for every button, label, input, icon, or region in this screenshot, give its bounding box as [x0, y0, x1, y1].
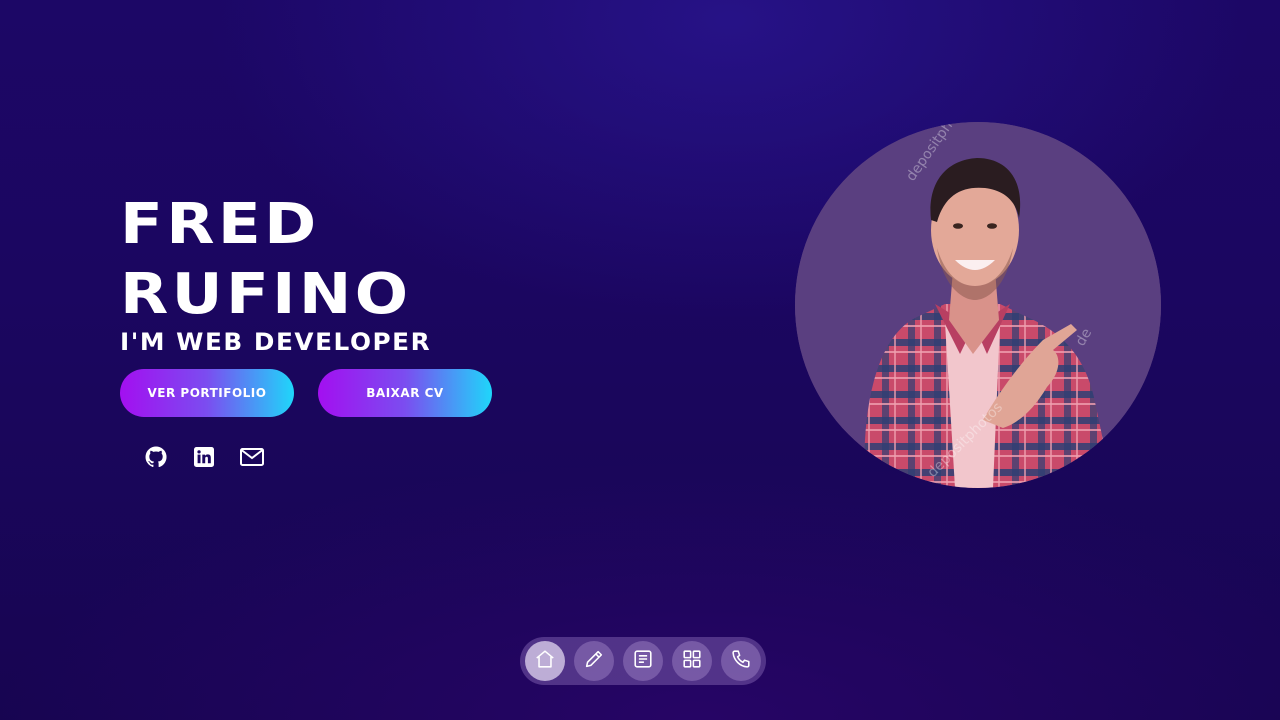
linkedin-link[interactable]: [191, 444, 217, 470]
hero-role: I'M WEB DEVELOPER: [120, 328, 432, 356]
dock-apps[interactable]: [672, 641, 712, 681]
hero-name-line1: FRED: [120, 192, 320, 257]
dock-edit[interactable]: [574, 641, 614, 681]
email-link[interactable]: [239, 444, 265, 470]
document-icon: [632, 648, 654, 674]
github-icon: [144, 445, 168, 469]
grid-icon: [681, 648, 703, 674]
dock-home[interactable]: [525, 641, 565, 681]
view-portfolio-button[interactable]: VER PORTIFOLIO: [120, 369, 294, 417]
github-link[interactable]: [143, 444, 169, 470]
phone-icon: [730, 648, 752, 674]
dock-document[interactable]: [623, 641, 663, 681]
pencil-icon: [583, 648, 605, 674]
dock-contact[interactable]: [721, 641, 761, 681]
bottom-dock-nav: [520, 637, 766, 685]
home-icon: [534, 648, 556, 674]
hero-name: FRED RUFINO: [120, 190, 590, 330]
hero-section: FRED RUFINO I'M WEB DEVELOPER: [120, 190, 540, 354]
profile-photo: depositphotos depositphotos de: [795, 122, 1161, 488]
hero-buttons: VER PORTIFOLIO BAIXAR CV: [120, 369, 492, 417]
hero-name-line2: RUFINO: [120, 262, 412, 327]
mail-icon: [239, 446, 265, 468]
download-cv-button[interactable]: BAIXAR CV: [318, 369, 492, 417]
social-links: [143, 444, 265, 470]
linkedin-icon: [192, 445, 216, 469]
